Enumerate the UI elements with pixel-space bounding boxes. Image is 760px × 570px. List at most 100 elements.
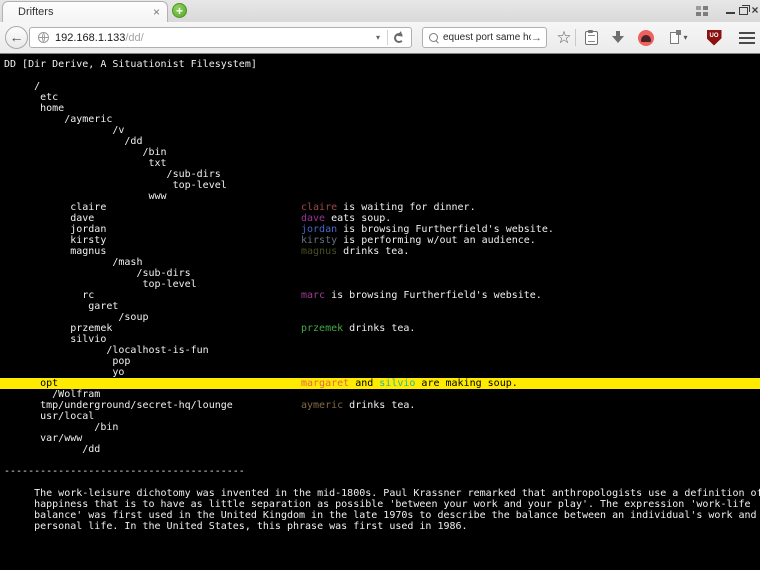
user-name: jordan [301, 224, 337, 235]
status-message: marc is browsing Furtherfield's website. [301, 290, 542, 301]
tree-path: /dd [4, 136, 142, 147]
bookmark-star-button[interactable]: ☆ [554, 22, 574, 53]
tree-path: /Wolfram [4, 389, 100, 400]
tab-bar: Drifters × + × [0, 0, 760, 22]
paragraph-line: personal life. In the United States, thi… [0, 521, 760, 532]
tree-line: var/www [0, 433, 760, 444]
tree-path: yo [4, 367, 124, 378]
downloads-button[interactable] [608, 22, 628, 53]
tree-path: var/www [4, 433, 82, 444]
search-icon [429, 33, 438, 42]
window-close-button[interactable]: × [748, 3, 760, 17]
shield-icon: UO [707, 30, 722, 46]
message-text: is performing w/out an audience. [337, 235, 536, 246]
back-button[interactable]: ← [5, 26, 28, 49]
tree-line: /aymeric [0, 114, 760, 125]
paragraph-line: balance' was first used in the United Ki… [0, 510, 760, 521]
tree-path: top-level [4, 180, 227, 191]
tree-line: /sub-dirs [0, 169, 760, 180]
tree-path: etc [4, 92, 58, 103]
ublock-shield-button[interactable]: UO [703, 22, 725, 53]
hamburger-icon [739, 32, 755, 44]
page-title: DD [Dir Derive, A Situationist Filesyste… [0, 59, 760, 70]
tree-line: /Wolfram [0, 389, 760, 400]
tree-line: www [0, 191, 760, 202]
message-text: eats soup. [325, 213, 391, 224]
tree-path: usr/local [4, 411, 94, 422]
tree-path: /soup [4, 312, 149, 323]
tab-title: Drifters [18, 6, 53, 18]
tree-path: przemek [4, 323, 112, 334]
paragraph-line: happiness that is to have as little sepa… [0, 499, 760, 510]
tree-line: home [0, 103, 760, 114]
tree-line: przemekprzemek drinks tea. [0, 323, 760, 334]
tab-close-icon[interactable]: × [153, 5, 160, 19]
tree-line: usr/local [0, 411, 760, 422]
minimize-icon [726, 12, 735, 14]
tree-path: txt [4, 158, 167, 169]
blank-line [0, 455, 760, 466]
tree-path: silvio [4, 334, 106, 345]
tab-groups-icon[interactable] [696, 6, 708, 17]
page-content: DD [Dir Derive, A Situationist Filesyste… [0, 55, 760, 570]
status-message: jordan is browsing Furtherfield's websit… [301, 224, 554, 235]
tree-line: /mash [0, 257, 760, 268]
bookmarks-menu-button[interactable] [581, 22, 601, 53]
user-name: dave [301, 213, 325, 224]
star-icon: ☆ [556, 29, 571, 46]
blank-line [0, 70, 760, 81]
url-host: 192.168.1.133 [55, 32, 125, 44]
tree-path: top-level [4, 279, 197, 290]
message-text: are making soup. [415, 378, 517, 389]
search-input[interactable]: equest port same host → [422, 27, 547, 48]
tree-line: yo [0, 367, 760, 378]
badger-icon [638, 30, 654, 46]
tree-line: /dd [0, 444, 760, 455]
status-message: przemek drinks tea. [301, 323, 415, 334]
filesystem-tree: / etc home /aymeric /v /dd /bin txt /sub… [0, 81, 760, 455]
user-name: magnus [301, 246, 337, 257]
tree-path: home [4, 103, 64, 114]
tree-line: /dd [0, 136, 760, 147]
tree-line: etc [0, 92, 760, 103]
browser-chrome: Drifters × + × ← 192.168.1.133/dd/ ▾ equ… [0, 0, 760, 55]
tree-path: /bin [4, 147, 167, 158]
tree-line: magnusmagnus drinks tea. [0, 246, 760, 257]
tree-path: /aymeric [4, 114, 112, 125]
message-text: drinks tea. [337, 246, 409, 257]
tree-path: /dd [4, 444, 100, 455]
tree-path: claire [4, 202, 106, 213]
status-message: kirsty is performing w/out an audience. [301, 235, 536, 246]
tree-line: silvio [0, 334, 760, 345]
tree-line: tmp/underground/secret-hq/loungeaymeric … [0, 400, 760, 411]
tree-line: /bin [0, 147, 760, 158]
paragraph-line: The work-leisure dichotomy was invented … [0, 488, 760, 499]
menu-button[interactable] [736, 22, 758, 53]
page-actions-button[interactable]: ▾ [664, 22, 694, 53]
blank-line [0, 477, 760, 488]
url-path: /dd/ [125, 32, 143, 44]
separator-line: ---------------------------------------- [0, 466, 760, 477]
tree-path: /sub-dirs [4, 169, 221, 180]
message-text: is browsing Furtherfield's website. [325, 290, 542, 301]
url-bar[interactable]: 192.168.1.133/dd/ ▾ [29, 27, 412, 48]
tree-line: garet [0, 301, 760, 312]
tree-path: pop [4, 356, 130, 367]
search-value[interactable]: equest port same host [443, 32, 531, 43]
tree-path: / [4, 81, 40, 92]
message-text: drinks tea. [343, 400, 415, 411]
tab-drifters[interactable]: Drifters × [2, 1, 168, 22]
reload-icon[interactable] [394, 33, 404, 43]
chevron-down-icon: ▾ [683, 33, 687, 42]
tree-line: /soup [0, 312, 760, 323]
user-name: przemek [301, 323, 343, 334]
addon-badger-button[interactable] [635, 22, 657, 53]
search-go-icon[interactable]: → [531, 32, 542, 44]
tree-line: /localhost-is-fun [0, 345, 760, 356]
url-text: 192.168.1.133/dd/ [55, 32, 144, 44]
tree-path: /v [4, 125, 124, 136]
clipboard-icon [585, 31, 598, 45]
new-tab-button[interactable]: + [172, 3, 187, 18]
url-dropdown-icon[interactable]: ▾ [372, 33, 384, 42]
user-name: silvio [379, 378, 415, 389]
